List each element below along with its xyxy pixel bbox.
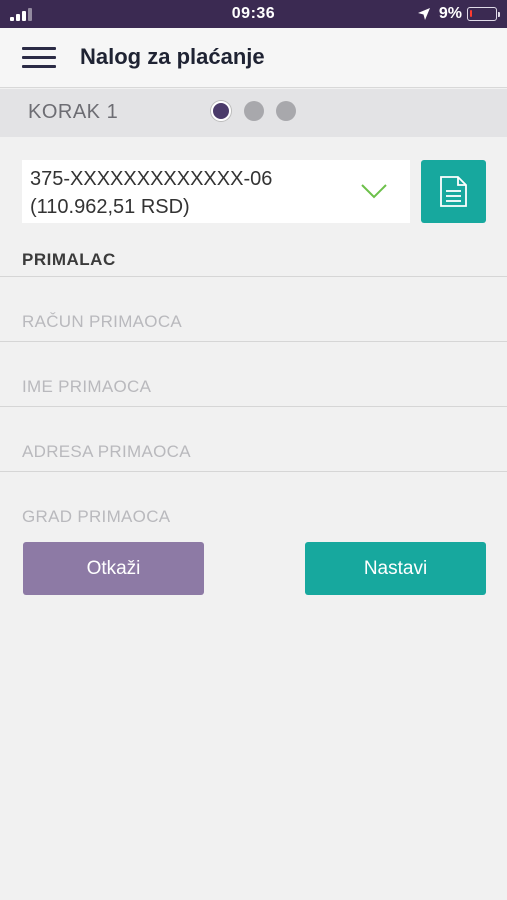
divider — [0, 341, 507, 342]
continue-button[interactable]: Nastavi — [305, 542, 486, 595]
divider — [0, 276, 507, 277]
account-select[interactable]: 375-XXXXXXXXXXXXX-06 (110.962,51 RSD) — [22, 160, 410, 223]
recipient-account-input[interactable] — [22, 308, 487, 336]
battery-icon — [467, 7, 500, 21]
recipient-section-title: PRIMALAC — [22, 250, 116, 269]
step-dot-1 — [211, 101, 231, 121]
recipient-city-input[interactable] — [22, 503, 487, 531]
account-balance: (110.962,51 RSD) — [30, 196, 190, 218]
recipient-name-input[interactable] — [22, 373, 487, 401]
recipient-address-input[interactable] — [22, 438, 487, 466]
battery-level — [470, 10, 472, 17]
cancel-button[interactable]: Otkaži — [23, 542, 204, 595]
status-right-group: 9% — [417, 5, 500, 23]
divider — [0, 406, 507, 407]
chevron-down-icon — [361, 184, 387, 199]
location-icon — [417, 8, 430, 20]
step-dot-2 — [244, 101, 264, 121]
step-dot-3 — [276, 101, 296, 121]
app-header: Nalog za plaćanje — [0, 28, 507, 88]
divider — [0, 471, 507, 472]
account-number: 375-XXXXXXXXXXXXX-06 — [30, 168, 273, 190]
step-label: KORAK 1 — [28, 101, 119, 123]
account-details-button[interactable] — [421, 160, 486, 223]
document-icon — [440, 176, 467, 207]
hamburger-menu-icon[interactable] — [22, 46, 56, 70]
battery-percent: 9% — [438, 5, 462, 22]
page-title: Nalog za plaćanje — [80, 44, 265, 69]
status-bar: 09:36 9% — [0, 0, 507, 28]
